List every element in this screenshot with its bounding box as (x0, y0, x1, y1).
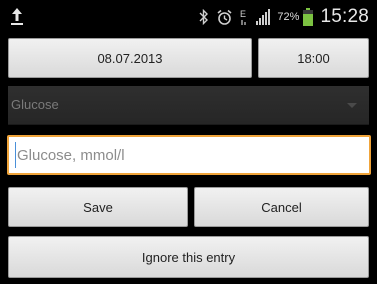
signal-icon (256, 9, 271, 25)
ignore-entry-button[interactable]: Ignore this entry (8, 236, 369, 278)
glucose-value-input[interactable] (7, 135, 371, 175)
svg-text:E: E (240, 9, 246, 19)
bluetooth-icon (199, 9, 209, 25)
status-bar: E 72% 15:28 (0, 0, 377, 33)
clock: 15:28 (320, 6, 369, 27)
cancel-button[interactable]: Cancel (194, 187, 369, 227)
measurement-type-spinner[interactable]: Glucose (8, 86, 369, 125)
upload-icon (11, 8, 23, 25)
measurement-type-label: Glucose (11, 97, 59, 112)
dropdown-arrow-icon (347, 103, 357, 108)
time-button[interactable]: 18:00 (258, 38, 369, 78)
battery-percent: 72% (277, 11, 300, 23)
date-button[interactable]: 08.07.2013 (8, 38, 252, 78)
network-e-icon: E (240, 9, 246, 25)
save-button[interactable]: Save (8, 187, 188, 227)
text-cursor (15, 142, 16, 168)
alarm-icon (217, 9, 232, 25)
battery-icon (303, 8, 314, 26)
